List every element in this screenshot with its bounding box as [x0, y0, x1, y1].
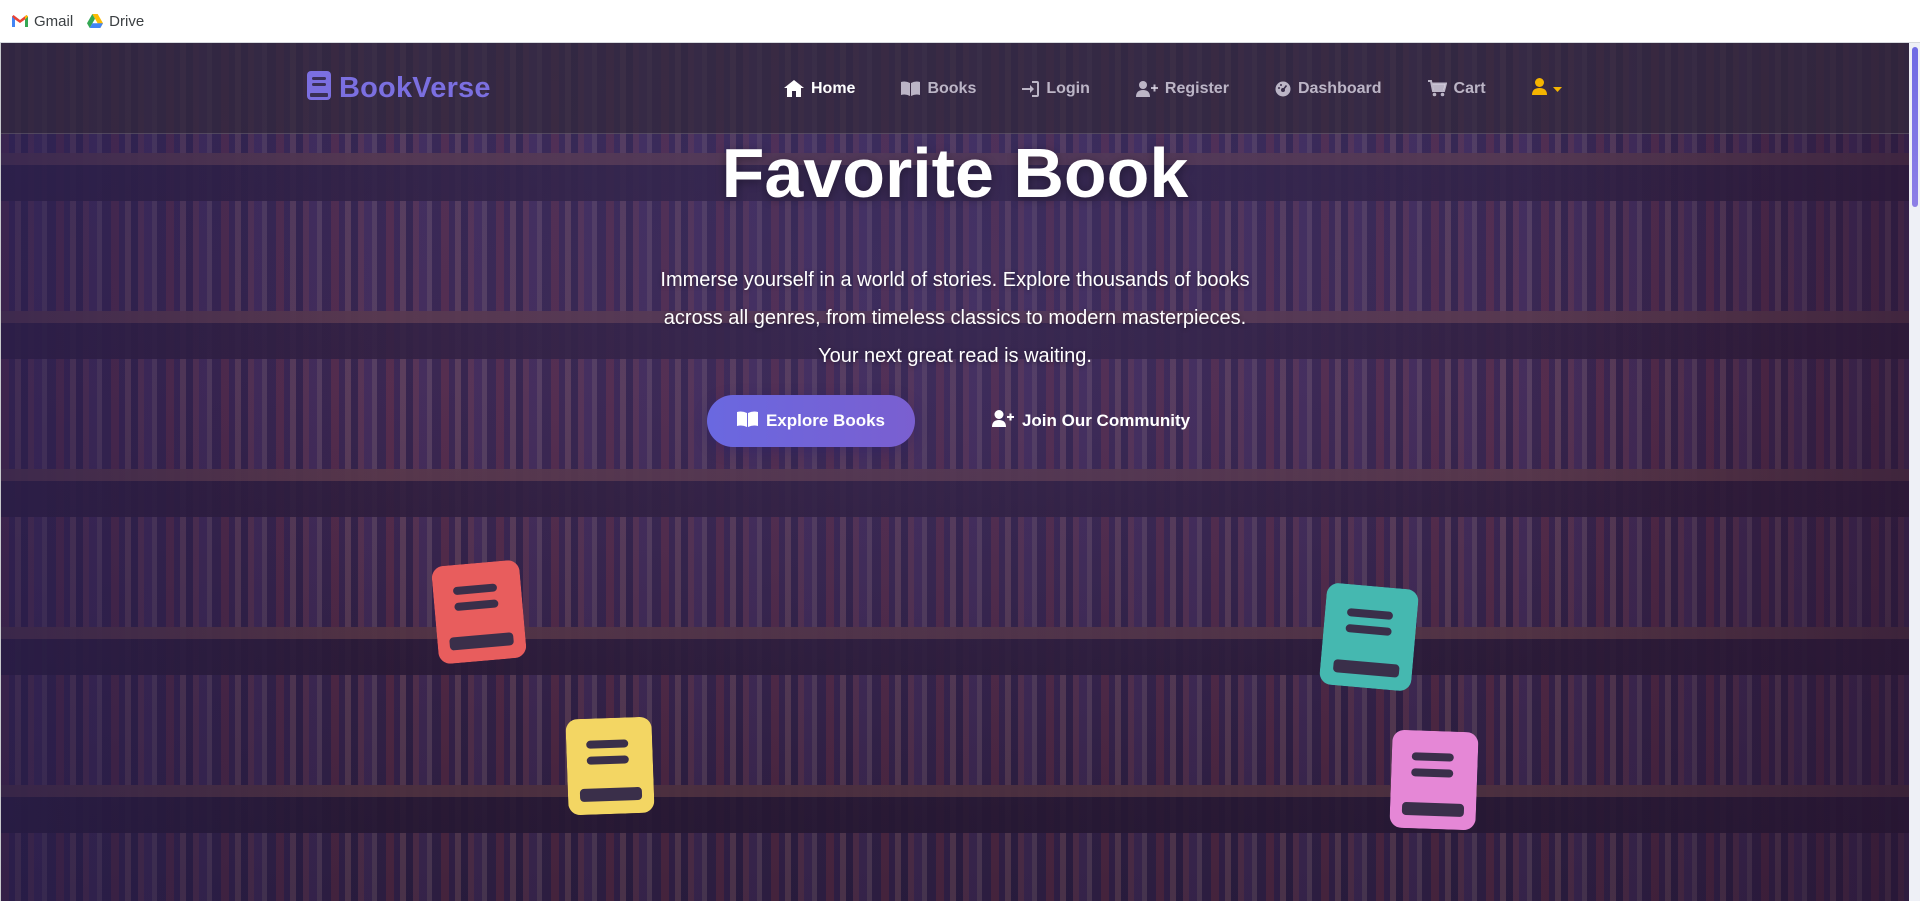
- scrollbar-thumb[interactable]: [1912, 47, 1918, 207]
- user-icon: [1531, 77, 1547, 100]
- button-label: Join Our Community: [1021, 411, 1191, 430]
- user-plus-icon: [1135, 80, 1158, 97]
- caret-down-icon: [1552, 80, 1562, 98]
- book-icon: [307, 71, 331, 105]
- bookmark-gmail[interactable]: Gmail: [12, 13, 73, 30]
- book-icon: [565, 716, 655, 816]
- dashboard-icon: [1275, 81, 1291, 97]
- bookmarks-bar: Gmail Drive: [0, 0, 1920, 43]
- nav-label: Login: [1046, 79, 1090, 97]
- navbar: BookVerse Home Books Login Register Dash…: [1, 43, 1909, 134]
- bookmark-drive[interactable]: Drive: [87, 13, 144, 30]
- book-icon: [1389, 729, 1479, 831]
- page-viewport: BookVerse Home Books Login Register Dash…: [0, 43, 1920, 901]
- login-icon: [1022, 80, 1040, 97]
- book-icon: [431, 559, 527, 664]
- hero-section: BookVerse Home Books Login Register Dash…: [1, 43, 1909, 901]
- nav-item-cart[interactable]: Cart: [1427, 79, 1486, 98]
- brand-name: BookVerse: [339, 71, 491, 104]
- nav-label: Register: [1164, 79, 1229, 97]
- cart-icon: [1427, 80, 1447, 97]
- nav-item-login[interactable]: Login: [1022, 80, 1090, 98]
- book-icon: [1319, 582, 1420, 692]
- nav-item-home[interactable]: Home: [784, 80, 855, 98]
- open-book-icon: [736, 410, 758, 432]
- brand-logo[interactable]: BookVerse: [307, 71, 491, 105]
- button-label: Explore Books: [765, 411, 886, 430]
- bookmark-label: Drive: [109, 12, 145, 30]
- page-scrollbar[interactable]: [1909, 43, 1920, 901]
- nav-label: Cart: [1453, 79, 1486, 97]
- nav-label: Dashboard: [1297, 79, 1382, 97]
- nav-item-books[interactable]: Books: [901, 80, 976, 98]
- drive-icon: [87, 14, 104, 28]
- open-book-icon: [901, 81, 921, 96]
- nav-label: Home: [811, 79, 856, 97]
- gmail-icon: [12, 15, 28, 27]
- bookmark-label: Gmail: [34, 12, 74, 30]
- hero-title: Favorite Book: [721, 134, 1189, 212]
- nav-item-register[interactable]: Register: [1135, 79, 1229, 98]
- join-community-button[interactable]: Join Our Community: [951, 395, 1231, 447]
- user-menu-dropdown[interactable]: [1531, 77, 1562, 100]
- nav-label: Books: [927, 79, 977, 97]
- hero-subtitle: Immerse yourself in a world of stories. …: [660, 269, 1250, 367]
- user-plus-icon: [991, 410, 1014, 432]
- explore-books-button[interactable]: Explore Books: [707, 395, 915, 447]
- home-icon: [784, 80, 804, 97]
- nav-links: Home Books Login Register Dashboard Cart: [784, 43, 1562, 134]
- nav-item-dashboard[interactable]: Dashboard: [1275, 80, 1382, 98]
